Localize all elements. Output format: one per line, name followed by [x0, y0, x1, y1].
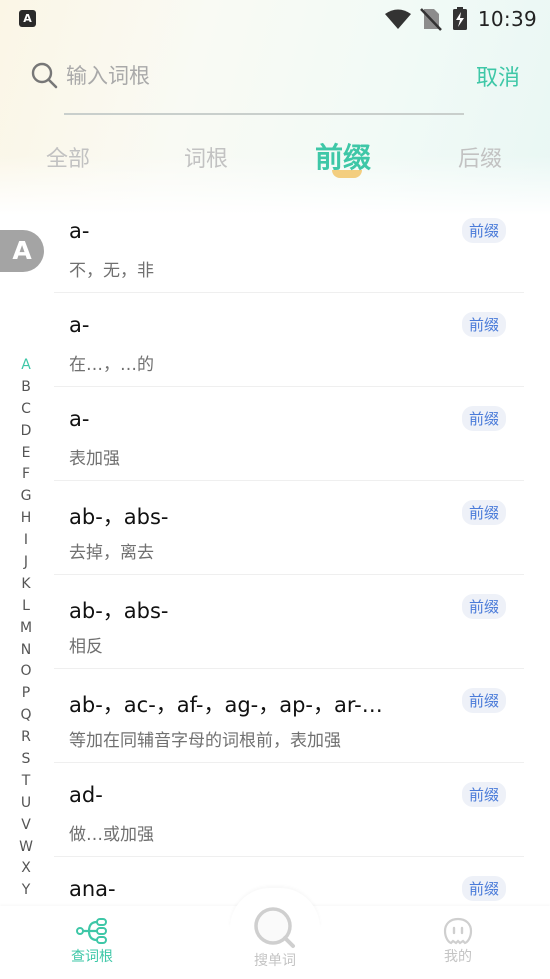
search-icon: [31, 62, 58, 89]
item-meaning: 等加在同辅音字母的词根前，表加强: [69, 731, 341, 751]
list-item[interactable]: ab-，ac-，af-，ag-，ap-，ar-… 等加在同辅音字母的词根前，表加…: [54, 669, 524, 763]
item-meaning: 不，无，非: [69, 261, 154, 281]
index-letter-c[interactable]: C: [17, 399, 35, 421]
index-letter-x[interactable]: X: [17, 858, 35, 880]
list-item[interactable]: a- 表加强 前缀: [54, 387, 524, 481]
search-input[interactable]: [66, 56, 456, 96]
item-meaning: 表加强: [69, 449, 120, 469]
nav-label: 查词根: [71, 949, 113, 965]
index-letter-o[interactable]: O: [17, 661, 35, 683]
index-letter-g[interactable]: G: [17, 486, 35, 508]
index-letter-r[interactable]: R: [17, 727, 35, 749]
index-letter-w[interactable]: W: [17, 837, 35, 859]
list-item[interactable]: a- 在…，…的 前缀: [54, 293, 524, 387]
type-badge: 前缀: [461, 218, 506, 243]
tab-prefixes[interactable]: 前缀: [315, 136, 371, 176]
type-badge: 前缀: [461, 876, 506, 901]
index-letter-h[interactable]: H: [17, 508, 35, 530]
item-word: ana-: [69, 877, 116, 901]
index-letter-m[interactable]: M: [17, 618, 35, 640]
prefix-list: a- 不，无，非 前缀 a- 在…，…的 前缀 a- 表加强 前缀 ab-，ab…: [54, 199, 524, 951]
index-letter-q[interactable]: Q: [17, 705, 35, 727]
battery-charging-icon: [452, 7, 467, 30]
item-meaning: 做…或加强: [69, 825, 154, 845]
item-word: ab-，abs-: [69, 599, 169, 623]
index-letter-t[interactable]: T: [17, 771, 35, 793]
cancel-button[interactable]: 取消: [476, 60, 520, 92]
type-badge: 前缀: [461, 500, 506, 525]
search-bar: [0, 50, 550, 102]
app-notification-icon: A: [19, 10, 36, 27]
index-letter-u[interactable]: U: [17, 793, 35, 815]
item-meaning: 相反: [69, 637, 103, 657]
type-badge: 前缀: [461, 312, 506, 337]
root-tree-icon: [76, 918, 107, 944]
index-letter-i[interactable]: I: [17, 530, 35, 552]
index-letter-p[interactable]: P: [17, 683, 35, 705]
type-badge: 前缀: [461, 782, 506, 807]
item-meaning: 去掉，离去: [69, 543, 154, 563]
index-letter-y[interactable]: Y: [17, 880, 35, 902]
index-letter-e[interactable]: E: [17, 443, 35, 465]
item-word: a-: [69, 407, 90, 431]
search-underline: [64, 113, 464, 115]
index-letter-n[interactable]: N: [17, 640, 35, 662]
type-badge: 前缀: [461, 594, 506, 619]
index-letter-f[interactable]: F: [17, 464, 35, 486]
item-meaning: 在…，…的: [69, 355, 154, 375]
current-letter-indicator: A: [0, 230, 44, 272]
nav-search-words[interactable]: 搜单词: [244, 906, 306, 970]
index-letter-j[interactable]: J: [17, 552, 35, 574]
nav-search-roots[interactable]: 查词根: [62, 916, 122, 966]
list-item[interactable]: ad- 做…或加强 前缀: [54, 763, 524, 857]
index-letter-a[interactable]: A: [17, 355, 35, 377]
index-letter-b[interactable]: B: [17, 377, 35, 399]
item-word: a-: [69, 219, 90, 243]
tab-roots[interactable]: 词根: [184, 141, 228, 173]
index-letter-v[interactable]: V: [17, 815, 35, 837]
list-item[interactable]: ab-，abs- 相反 前缀: [54, 575, 524, 669]
index-letter-k[interactable]: K: [17, 574, 35, 596]
status-time: 10:39: [477, 7, 537, 31]
tab-all[interactable]: 全部: [46, 141, 90, 173]
status-bar: A 10:39: [0, 0, 550, 38]
status-icons: 10:39: [384, 6, 537, 32]
item-word: ab-，abs-: [69, 505, 169, 529]
type-badge: 前缀: [461, 406, 506, 431]
index-letter-l[interactable]: L: [17, 596, 35, 618]
list-item[interactable]: a- 不，无，非 前缀: [54, 199, 524, 293]
nav-label: 我的: [444, 949, 472, 965]
index-letter-s[interactable]: S: [17, 749, 35, 771]
wifi-icon: [384, 9, 411, 29]
alphabet-index: A B C D E F G H I J K L M N O P Q R S T …: [17, 355, 35, 902]
type-badge: 前缀: [461, 688, 506, 713]
item-word: a-: [69, 313, 90, 337]
search-icon: [254, 907, 295, 948]
item-word: ad-: [69, 783, 103, 807]
category-tabs: 全部 词根 前缀 后缀: [0, 135, 550, 185]
nav-profile[interactable]: 我的: [428, 916, 488, 966]
nav-label: 搜单词: [254, 953, 296, 969]
list-item[interactable]: ab-，abs- 去掉，离去 前缀: [54, 481, 524, 575]
item-word: ab-，ac-，af-，ag-，ap-，ar-…: [69, 693, 383, 717]
tab-suffixes[interactable]: 后缀: [458, 141, 502, 173]
profile-face-icon: [443, 917, 473, 945]
no-sim-icon: [419, 8, 442, 31]
index-letter-d[interactable]: D: [17, 421, 35, 443]
